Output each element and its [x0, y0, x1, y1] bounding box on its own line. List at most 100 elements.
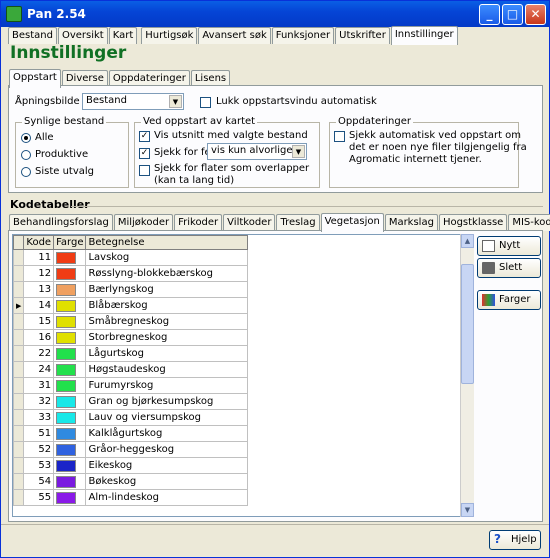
- tab-oversikt[interactable]: Oversikt: [57, 27, 108, 44]
- row-selector[interactable]: [13, 393, 25, 410]
- tab-innstillinger[interactable]: Innstillinger: [390, 26, 458, 45]
- code-cell[interactable]: 32: [23, 393, 55, 410]
- color-cell[interactable]: [53, 297, 87, 314]
- name-cell[interactable]: Lauv og viersumpskog: [85, 409, 249, 426]
- name-cell[interactable]: Kalklågurtskog: [85, 425, 249, 442]
- tab-mis-koder[interactable]: MIS-koder: [508, 214, 550, 231]
- color-cell[interactable]: [53, 441, 87, 458]
- name-cell[interactable]: Bøkeskog: [85, 473, 249, 490]
- col-betegnelse-header[interactable]: Betegnelse: [85, 235, 249, 250]
- table-row[interactable]: 51 Kalklågurtskog: [13, 425, 249, 442]
- table-row[interactable]: 55 Alm-lindeskog: [13, 489, 249, 506]
- name-cell[interactable]: Lavskog: [85, 249, 249, 266]
- table-row[interactable]: 22 Lågurtskog: [13, 345, 249, 362]
- name-cell[interactable]: Høgstaudeskog: [85, 361, 249, 378]
- tab-kart[interactable]: Kart: [108, 27, 138, 44]
- name-cell[interactable]: Småbregneskog: [85, 313, 249, 330]
- code-cell[interactable]: 12: [23, 265, 55, 282]
- row-selector[interactable]: [13, 249, 25, 266]
- table-row[interactable]: 54 Bøkeskog: [13, 473, 249, 490]
- tab-markslag[interactable]: Markslag: [384, 214, 438, 231]
- color-cell[interactable]: [53, 393, 87, 410]
- color-cell[interactable]: [53, 329, 87, 346]
- table-row[interactable]: 12 Røsslyng-blokkebærskog: [13, 265, 249, 282]
- code-cell[interactable]: 52: [23, 441, 55, 458]
- table-row[interactable]: 33 Lauv og viersumpskog: [13, 409, 249, 426]
- color-cell[interactable]: [53, 249, 87, 266]
- close-startup-checkbox[interactable]: [200, 97, 211, 108]
- row-selector[interactable]: [13, 457, 25, 474]
- tab-funksjoner[interactable]: Funksjoner: [271, 27, 335, 44]
- table-row[interactable]: 31 Furumyrskog: [13, 377, 249, 394]
- code-cell[interactable]: 14: [23, 297, 55, 314]
- row-selector[interactable]: [13, 313, 25, 330]
- name-cell[interactable]: Eikeskog: [85, 457, 249, 474]
- tab-oppstart[interactable]: Oppstart: [9, 69, 61, 88]
- table-row[interactable]: 52 Gråor-heggeskog: [13, 441, 249, 458]
- sjekk-flater-checkbox[interactable]: [139, 165, 150, 176]
- color-cell[interactable]: [53, 361, 87, 378]
- tab-treslag[interactable]: Treslag: [276, 214, 320, 231]
- colors-button[interactable]: Farger: [477, 290, 541, 310]
- name-cell[interactable]: Lågurtskog: [85, 345, 249, 362]
- vegetation-grid[interactable]: Kode Farge Betegnelse 11 Lavskog 12 Røsslyn…: [12, 234, 473, 517]
- tab-utskrifter[interactable]: Utskrifter: [335, 27, 390, 44]
- col-kode-header[interactable]: Kode: [23, 235, 55, 250]
- code-cell[interactable]: 31: [23, 377, 55, 394]
- row-selector[interactable]: [13, 377, 25, 394]
- col-farge-header[interactable]: Farge: [53, 235, 87, 250]
- table-row[interactable]: 32 Gran og bjørkesumpskog: [13, 393, 249, 410]
- row-selector[interactable]: [13, 409, 25, 426]
- name-cell[interactable]: Furumyrskog: [85, 377, 249, 394]
- color-cell[interactable]: [53, 345, 87, 362]
- row-selector[interactable]: [13, 329, 25, 346]
- table-row[interactable]: 15 Småbregneskog: [13, 313, 249, 330]
- radio-alle[interactable]: [21, 133, 31, 143]
- scroll-up-icon[interactable]: ▲: [461, 234, 474, 248]
- code-cell[interactable]: 15: [23, 313, 55, 330]
- name-cell[interactable]: Gran og bjørkesumpskog: [85, 393, 249, 410]
- add-code-button[interactable]: Nytt: [477, 236, 541, 256]
- name-cell[interactable]: Blåbærskog: [85, 297, 249, 314]
- table-row[interactable]: 11 Lavskog: [13, 249, 249, 266]
- code-cell[interactable]: 33: [23, 409, 55, 426]
- color-cell[interactable]: [53, 281, 87, 298]
- tab-hurtigsok[interactable]: Hurtigsøk: [141, 27, 198, 44]
- auto-update-checkbox[interactable]: [334, 131, 345, 142]
- grid-scrollbar[interactable]: ▲ ▼: [460, 234, 474, 517]
- close-button[interactable]: ✕: [525, 4, 546, 25]
- table-row[interactable]: 24 Høgstaudeskog: [13, 361, 249, 378]
- scroll-thumb[interactable]: [461, 264, 474, 384]
- code-cell[interactable]: 51: [23, 425, 55, 442]
- opening-select[interactable]: Bestand ▼: [82, 93, 184, 110]
- tab-avansert-sok[interactable]: Avansert søk: [198, 27, 271, 44]
- row-selector[interactable]: [13, 489, 25, 506]
- table-row[interactable]: ▶ 14 Blåbærskog: [13, 297, 249, 314]
- minimize-button[interactable]: _: [479, 4, 500, 25]
- code-cell[interactable]: 53: [23, 457, 55, 474]
- delete-code-button[interactable]: Slett: [477, 258, 541, 278]
- name-cell[interactable]: Røsslyng-blokkebærskog: [85, 265, 249, 282]
- name-cell[interactable]: Storbregneskog: [85, 329, 249, 346]
- tab-frikoder[interactable]: Frikoder: [174, 214, 223, 231]
- name-cell[interactable]: Gråor-heggeskog: [85, 441, 249, 458]
- code-cell[interactable]: 24: [23, 361, 55, 378]
- scroll-down-icon[interactable]: ▼: [461, 503, 474, 517]
- row-selector[interactable]: [13, 425, 25, 442]
- row-selector[interactable]: [13, 345, 25, 362]
- maximize-button[interactable]: □: [502, 4, 523, 25]
- tab-hogstklasse[interactable]: Hogstklasse: [438, 214, 508, 231]
- tab-vegetasjon[interactable]: Vegetasjon: [320, 213, 384, 232]
- tab-viltkoder[interactable]: Viltkoder: [223, 214, 276, 231]
- tab-behandlingsforslag[interactable]: Behandlingsforslag: [9, 214, 113, 231]
- name-cell[interactable]: Bærlyngskog: [85, 281, 249, 298]
- name-cell[interactable]: Alm-lindeskog: [85, 489, 249, 506]
- tab-bestand[interactable]: Bestand: [8, 27, 57, 44]
- row-selector[interactable]: [13, 361, 25, 378]
- table-row[interactable]: 53 Eikeskog: [13, 457, 249, 474]
- code-cell[interactable]: 16: [23, 329, 55, 346]
- radio-produktive[interactable]: [21, 150, 31, 160]
- color-cell[interactable]: [53, 409, 87, 426]
- color-cell[interactable]: [53, 473, 87, 490]
- code-cell[interactable]: 54: [23, 473, 55, 490]
